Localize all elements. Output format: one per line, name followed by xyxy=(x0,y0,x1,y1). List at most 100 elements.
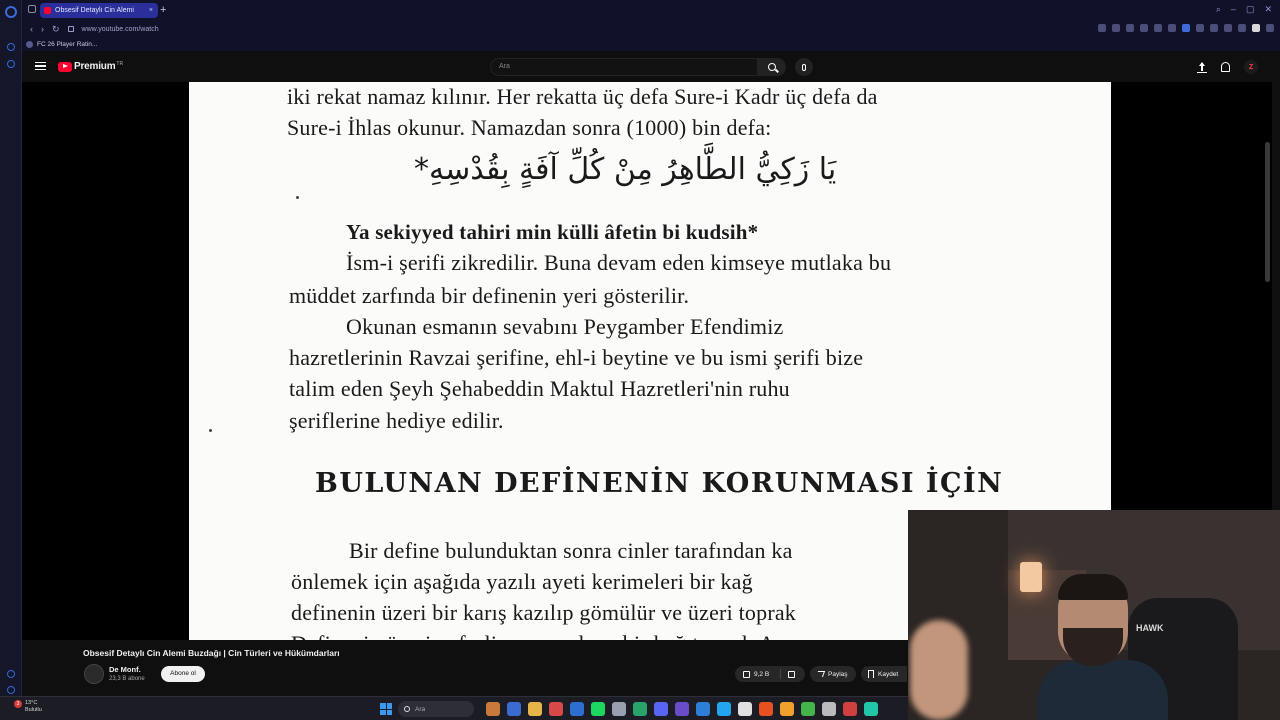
share-arrow-icon xyxy=(815,671,826,677)
taskbar-app-icon[interactable] xyxy=(717,702,731,716)
sync-icon[interactable] xyxy=(1210,24,1218,32)
new-tab-button[interactable]: + xyxy=(160,4,166,16)
extension-icon[interactable] xyxy=(1098,24,1106,32)
maximize-button[interactable]: ▢ xyxy=(1246,4,1255,15)
doc-line: İsm-i şerifi zikredilir. Buna devam eden… xyxy=(346,250,892,275)
doc-line: şeriflerine hediye edilir. xyxy=(289,408,504,433)
doc-line: müddet zarfında bir definenin yeri göste… xyxy=(289,283,690,308)
taskbar-apps xyxy=(486,702,878,716)
windows-start-icon[interactable] xyxy=(380,703,392,715)
taskbar-app-icon[interactable] xyxy=(612,702,626,716)
create-upload-icon[interactable] xyxy=(1197,61,1207,73)
shield-icon[interactable] xyxy=(1126,24,1134,32)
taskbar-app-icon[interactable] xyxy=(675,702,689,716)
weather-widget[interactable]: 3 13°C Bulutlu xyxy=(12,700,42,714)
country-code: TR xyxy=(116,60,124,67)
webcam-person-hair xyxy=(1058,574,1128,600)
doc-line: önlemek için aşağıda yazılı ayeti kerime… xyxy=(291,569,753,594)
menu-icon[interactable] xyxy=(1266,24,1274,32)
url-field[interactable]: www.youtube.com/watch xyxy=(82,26,159,33)
heart-icon[interactable] xyxy=(1154,24,1162,32)
camera-icon[interactable] xyxy=(1224,24,1232,32)
player-icon[interactable] xyxy=(1140,24,1148,32)
bookmark-item[interactable]: FC 26 Player Ratin... xyxy=(37,41,97,48)
taskbar-app-icon[interactable] xyxy=(801,702,815,716)
taskbar-search[interactable]: Ara xyxy=(398,701,474,717)
thumbs-down-icon[interactable] xyxy=(788,670,795,678)
weather-temp: 13°C xyxy=(25,700,38,706)
taskbar-app-icon[interactable] xyxy=(864,702,878,716)
sidebar-more-icon[interactable] xyxy=(7,686,15,694)
sidebar-history-icon[interactable] xyxy=(7,43,15,51)
snapshot-icon[interactable] xyxy=(1112,24,1120,32)
taskbar-app-icon[interactable] xyxy=(696,702,710,716)
tab-close-icon[interactable]: × xyxy=(149,7,153,14)
taskbar-app-icon[interactable] xyxy=(528,702,542,716)
close-window-button[interactable]: ✕ xyxy=(1264,4,1272,15)
sidebar-messenger-icon[interactable] xyxy=(7,60,15,68)
webcam-person-hand xyxy=(910,620,968,720)
video-info: Obsesif Detaylı Cin Alemi Buzdağı | Cin … xyxy=(22,640,908,696)
sidebar-settings-icon[interactable] xyxy=(7,670,15,678)
taskbar-app-icon[interactable] xyxy=(654,702,668,716)
voice-search-button[interactable] xyxy=(795,58,813,76)
bookmark-icon xyxy=(868,670,874,678)
forward-button[interactable]: › xyxy=(41,24,44,34)
easy-setup-icon[interactable] xyxy=(1196,24,1204,32)
windows-taskbar: 3 13°C Bulutlu Ara xyxy=(0,696,908,720)
taskbar-search-placeholder: Ara xyxy=(415,705,426,713)
taskbar-app-icon[interactable] xyxy=(843,702,857,716)
save-button[interactable]: Kaydet xyxy=(861,666,907,682)
hamburger-menu-icon[interactable] xyxy=(35,62,46,70)
search-input[interactable]: Ara xyxy=(490,58,758,76)
browser-logo-icon[interactable] xyxy=(5,6,17,18)
wallet-icon[interactable] xyxy=(1168,24,1176,32)
tab-search-icon[interactable]: ⌕ xyxy=(1216,4,1221,15)
thumbs-up-icon xyxy=(743,670,750,678)
share-label: Paylaş xyxy=(828,670,848,678)
browser-sidebar xyxy=(0,0,22,720)
lock-icon xyxy=(67,26,74,32)
subscribe-button[interactable]: Abone ol xyxy=(161,666,205,682)
scan-speck xyxy=(296,196,299,199)
speaker-icon[interactable] xyxy=(1182,24,1190,32)
logo-text: Premium xyxy=(74,61,116,72)
page-scrollbar[interactable] xyxy=(1265,142,1270,282)
profile-icon[interactable] xyxy=(1252,24,1260,32)
taskbar-app-icon[interactable] xyxy=(759,702,773,716)
taskbar-app-icon[interactable] xyxy=(549,702,563,716)
reload-button[interactable]: ↻ xyxy=(52,24,60,35)
search-button[interactable] xyxy=(758,58,786,76)
tab-active[interactable]: Obsesif Detaylı Cin Alemi × xyxy=(40,3,158,18)
doc-line: definenin üzeri bir karış kazılıp gömülü… xyxy=(291,600,797,625)
bookmarks-bar: FC 26 Player Ratin... xyxy=(22,37,1280,51)
weather-badge: 3 xyxy=(14,700,22,708)
taskbar-app-icon[interactable] xyxy=(780,702,794,716)
channel-name[interactable]: De Monf. xyxy=(109,665,141,674)
notifications-bell-icon[interactable] xyxy=(1221,62,1230,72)
taskbar-app-icon[interactable] xyxy=(822,702,836,716)
share-button[interactable]: Paylaş xyxy=(810,666,856,682)
taskbar-app-icon[interactable] xyxy=(591,702,605,716)
download-icon[interactable] xyxy=(1238,24,1246,32)
youtube-play-icon xyxy=(58,61,72,72)
taskbar-app-icon[interactable] xyxy=(486,702,500,716)
doc-line: iki rekat namaz kılınır. Her rekatta üç … xyxy=(287,84,878,109)
search-icon xyxy=(768,63,776,71)
subscriber-count: 23,3 B abone xyxy=(109,676,145,682)
like-count: 9,2 B xyxy=(754,670,770,678)
tab-workspace-icon[interactable] xyxy=(28,5,36,13)
taskbar-app-icon[interactable] xyxy=(570,702,584,716)
like-button[interactable]: 9,2 B xyxy=(735,669,781,679)
taskbar-app-icon[interactable] xyxy=(633,702,647,716)
account-avatar[interactable]: Z xyxy=(1244,60,1258,74)
back-button[interactable]: ‹ xyxy=(30,24,33,34)
youtube-logo[interactable]: Premium TR xyxy=(58,61,123,72)
channel-avatar[interactable] xyxy=(84,664,104,684)
taskbar-app-icon[interactable] xyxy=(507,702,521,716)
bookmark-favicon-icon xyxy=(26,40,33,48)
taskbar-app-icon[interactable] xyxy=(738,702,752,716)
minimize-button[interactable]: – xyxy=(1231,4,1236,15)
tab-bar: Obsesif Detaylı Cin Alemi × + ⌕ – ▢ ✕ xyxy=(22,0,1280,21)
youtube-favicon-icon xyxy=(44,7,51,14)
